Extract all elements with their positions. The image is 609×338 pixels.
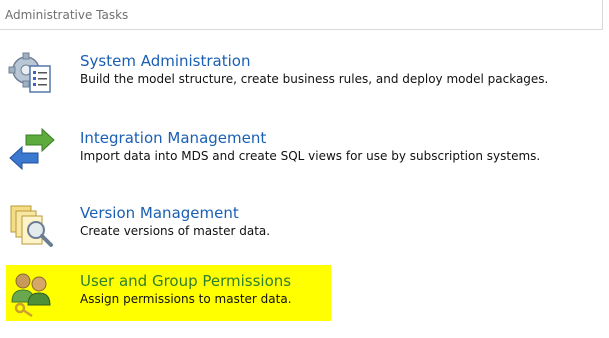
task-title[interactable]: User and Group Permissions bbox=[80, 272, 291, 290]
panel-border bbox=[602, 0, 603, 30]
task-user-group-permissions[interactable]: User and Group Permissions Assign permis… bbox=[6, 265, 331, 321]
section-title: Administrative Tasks bbox=[5, 8, 129, 22]
section-divider bbox=[0, 29, 603, 30]
task-description: Create versions of master data. bbox=[80, 224, 271, 238]
gear-checklist-icon bbox=[8, 52, 51, 93]
task-title[interactable]: System Administration bbox=[80, 52, 250, 70]
documents-magnifier-icon bbox=[10, 205, 53, 247]
task-description: Build the model structure, create busine… bbox=[80, 72, 549, 86]
task-system-administration[interactable]: System Administration Build the model st… bbox=[6, 45, 548, 101]
task-description: Import data into MDS and create SQL view… bbox=[80, 149, 541, 163]
task-version-management[interactable]: Version Management Create versions of ma… bbox=[6, 197, 331, 253]
task-title[interactable]: Version Management bbox=[80, 204, 239, 222]
task-integration-management[interactable]: Integration Management Import data into … bbox=[6, 122, 540, 178]
task-title[interactable]: Integration Management bbox=[80, 129, 266, 147]
arrows-exchange-icon bbox=[9, 127, 55, 171]
users-key-icon bbox=[11, 273, 51, 318]
task-description: Assign permissions to master data. bbox=[80, 292, 292, 306]
